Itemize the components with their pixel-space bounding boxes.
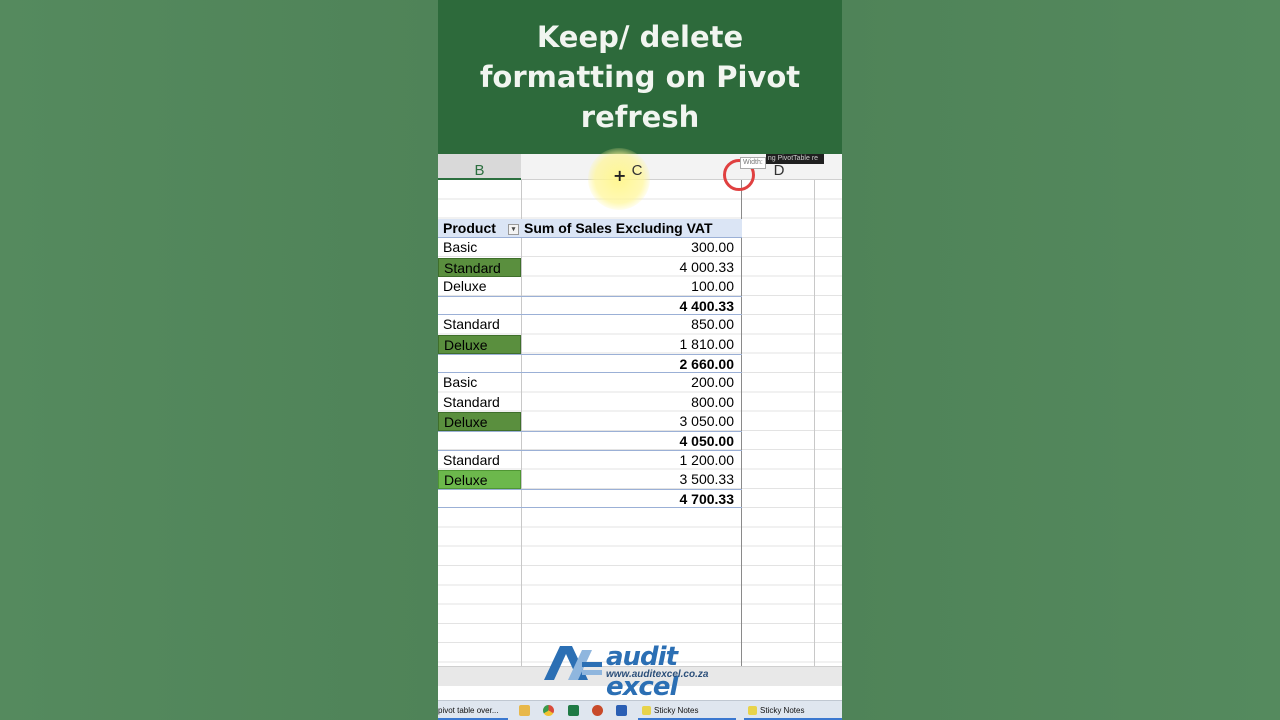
pivot-subtotal-row: 4 400.33 bbox=[438, 296, 742, 316]
pivot-product-cell[interactable]: Deluxe bbox=[438, 334, 521, 354]
pivot-product-cell[interactable]: Standard bbox=[438, 393, 521, 412]
pivot-subtotal-row: 4 050.00 bbox=[438, 431, 742, 451]
pivot-subtotal-value[interactable]: 4 050.00 bbox=[521, 432, 742, 451]
word-icon[interactable] bbox=[616, 705, 627, 716]
pivot-table[interactable]: Product ▾ Sum of Sales Excluding VAT Bas… bbox=[438, 219, 742, 509]
pivot-value-cell[interactable]: 200.00 bbox=[521, 373, 742, 392]
pivot-value-cell[interactable]: 850.00 bbox=[521, 315, 742, 334]
pivot-header-row: Product ▾ Sum of Sales Excluding VAT bbox=[438, 219, 742, 239]
filter-dropdown-icon[interactable]: ▾ bbox=[508, 224, 519, 235]
pivot-value-cell[interactable]: 4 000.33 bbox=[521, 258, 742, 277]
pivot-data-row: Standard 800.00 bbox=[438, 393, 742, 412]
banner-title: Keep/ delete formatting on Pivot refresh bbox=[479, 20, 801, 134]
pivot-product-cell[interactable]: Basic bbox=[438, 373, 521, 392]
pivot-subtotal-value[interactable]: 4 400.33 bbox=[521, 297, 742, 316]
excel-icon[interactable] bbox=[568, 705, 579, 716]
pivot-value-cell[interactable]: 3 500.33 bbox=[521, 470, 742, 489]
spreadsheet-grid[interactable]: B D + C Width:ng PivotTable re Product ▾… bbox=[438, 148, 842, 666]
pivot-subtotal-value[interactable]: 2 660.00 bbox=[521, 355, 742, 374]
column-header-c[interactable]: C bbox=[622, 154, 652, 180]
pivot-data-row: Deluxe 3 050.00 bbox=[438, 411, 742, 431]
column-width-tooltip: Width:ng PivotTable re bbox=[740, 154, 824, 169]
audit-excel-mark-icon bbox=[544, 646, 602, 680]
video-frame: Keep/ delete formatting on Pivot refresh… bbox=[438, 0, 842, 720]
pivot-data-row: Standard 1 200.00 bbox=[438, 451, 742, 470]
pivot-product-cell[interactable]: Standard bbox=[438, 257, 521, 277]
tooltip-width-label: Width: bbox=[740, 157, 766, 169]
column-border-d-e bbox=[814, 180, 815, 666]
pivot-product-cell[interactable] bbox=[438, 297, 521, 316]
pivot-subtotal-value[interactable]: 4 700.33 bbox=[521, 490, 742, 509]
pivot-data-row: Basic 200.00 bbox=[438, 373, 742, 392]
audit-excel-logo: audit excel www.auditexcel.co.za bbox=[542, 642, 738, 702]
pivot-value-cell[interactable]: 1 200.00 bbox=[521, 451, 742, 470]
pivot-value-cell[interactable]: 300.00 bbox=[521, 238, 742, 257]
tooltip-dark-label: ng PivotTable re bbox=[765, 154, 824, 164]
column-header-b[interactable]: B bbox=[438, 154, 521, 180]
pivot-product-cell[interactable]: Standard bbox=[438, 315, 521, 334]
pivot-product-cell[interactable]: Standard bbox=[438, 451, 521, 470]
pivot-product-cell[interactable] bbox=[438, 432, 521, 451]
logo-url-text: www.auditexcel.co.za bbox=[606, 669, 709, 680]
pivot-value-cell[interactable]: 800.00 bbox=[521, 393, 742, 412]
pivot-value-cell[interactable]: 1 810.00 bbox=[521, 335, 742, 354]
pivot-header-value[interactable]: Sum of Sales Excluding VAT bbox=[521, 219, 742, 238]
pivot-data-row: Deluxe 1 810.00 bbox=[438, 334, 742, 354]
pivot-product-cell[interactable]: Deluxe bbox=[438, 411, 521, 431]
chrome-icon[interactable] bbox=[543, 705, 554, 716]
pivot-value-cell[interactable]: 100.00 bbox=[521, 277, 742, 296]
pivot-value-cell[interactable]: 3 050.00 bbox=[521, 412, 742, 431]
windows-taskbar: pivot table over... Sticky Notes Sticky … bbox=[438, 700, 842, 720]
title-banner: Keep/ delete formatting on Pivot refresh bbox=[438, 0, 842, 154]
pivot-data-row: Basic 300.00 bbox=[438, 238, 742, 257]
pivot-subtotal-row: 4 700.33 bbox=[438, 489, 742, 509]
pivot-product-cell[interactable]: Deluxe bbox=[438, 469, 521, 489]
pivot-product-cell[interactable]: Basic bbox=[438, 238, 521, 257]
pivot-data-row: Standard 850.00 bbox=[438, 315, 742, 334]
pivot-body: Basic 300.00 Standard 4 000.33 Deluxe 100.00 4… bbox=[438, 238, 742, 509]
pivot-data-row: Deluxe 3 500.33 bbox=[438, 469, 742, 489]
pivot-product-cell[interactable] bbox=[438, 355, 521, 374]
sticky-notes-icon[interactable] bbox=[748, 706, 757, 715]
pivot-product-cell[interactable] bbox=[438, 490, 521, 509]
pivot-data-row: Standard 4 000.33 bbox=[438, 257, 742, 277]
sticky-notes-icon[interactable] bbox=[642, 706, 651, 715]
pivot-subtotal-row: 2 660.00 bbox=[438, 354, 742, 374]
pivot-data-row: Deluxe 100.00 bbox=[438, 277, 742, 296]
powerpoint-icon[interactable] bbox=[592, 705, 603, 716]
file-explorer-icon[interactable] bbox=[519, 705, 530, 716]
pivot-product-cell[interactable]: Deluxe bbox=[438, 277, 521, 296]
